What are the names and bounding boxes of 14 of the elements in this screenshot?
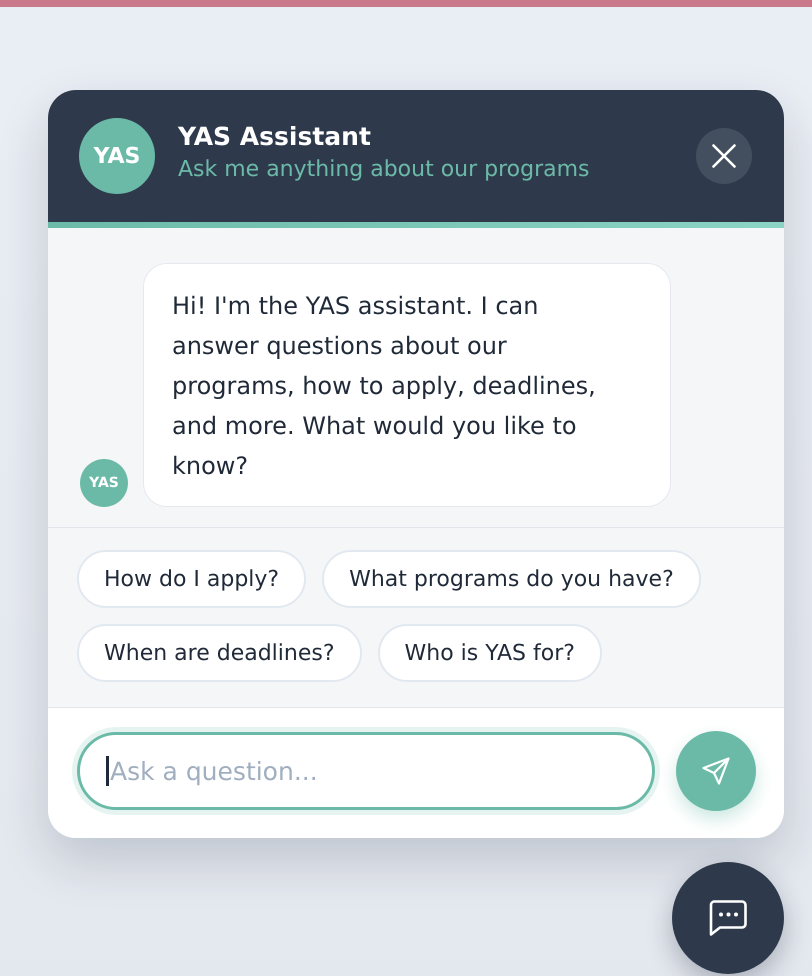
question-input-field[interactable]: Ask a question... xyxy=(77,732,655,810)
chat-subtitle: Ask me anything about our programs xyxy=(178,156,590,184)
assistant-avatar: YAS xyxy=(79,118,155,194)
suggestion-chip[interactable]: When are deadlines? xyxy=(77,624,362,682)
suggestion-chip[interactable]: Who is YAS for? xyxy=(378,624,602,682)
suggestion-chip[interactable]: How do I apply? xyxy=(77,550,306,608)
chat-title: YAS Assistant xyxy=(178,121,371,153)
assistant-message: Hi! I'm the YAS assistant. I can answer questions about our programs, how to apply, deadlines, and more. What would you like to know? xyxy=(143,263,671,507)
chat-bubble-icon xyxy=(709,900,747,936)
send-icon xyxy=(701,756,731,786)
close-icon xyxy=(712,144,736,168)
assistant-avatar: YAS xyxy=(80,459,128,507)
suggestion-chip[interactable]: What programs do you have? xyxy=(322,550,701,608)
text-cursor xyxy=(106,756,109,786)
